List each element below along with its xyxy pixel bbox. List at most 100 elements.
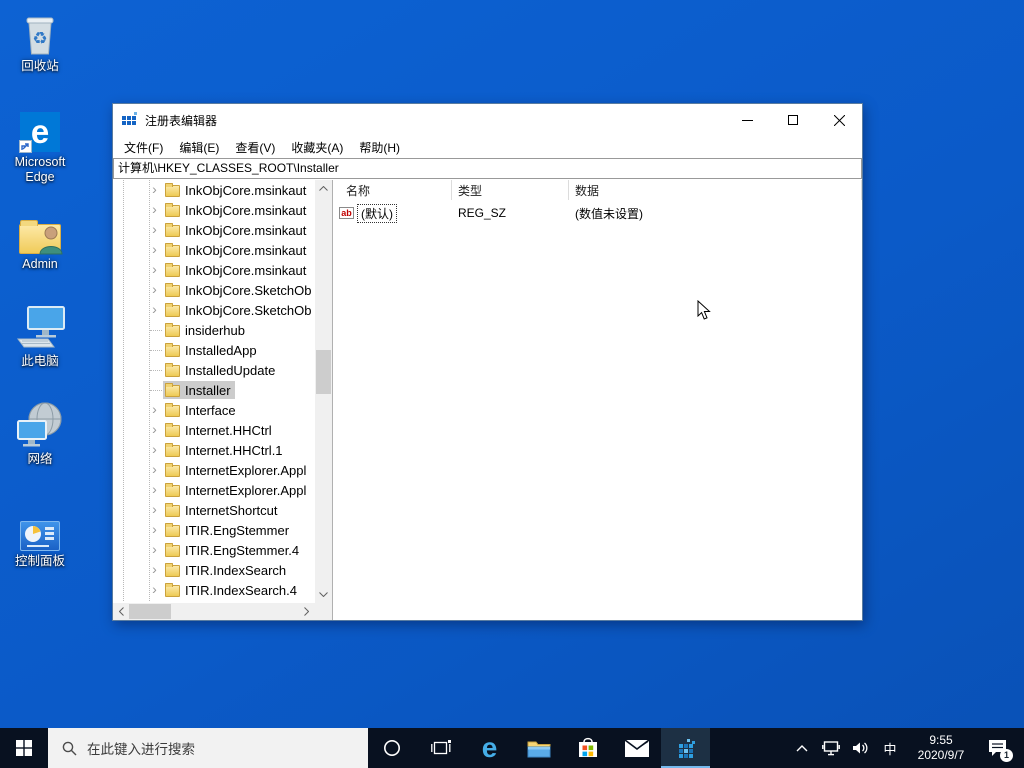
network-tray-icon[interactable] bbox=[820, 740, 842, 756]
chevron-right-icon[interactable]: › bbox=[148, 220, 161, 240]
chevron-right-icon[interactable]: › bbox=[148, 260, 161, 280]
file-explorer-taskbar-button[interactable] bbox=[514, 728, 563, 768]
desktop-icon-recycle-bin[interactable]: ♻ 回收站 bbox=[2, 10, 78, 74]
tray-chevron-up-icon[interactable] bbox=[791, 744, 813, 752]
tree-item-label: InstalledUpdate bbox=[185, 362, 276, 378]
close-button[interactable] bbox=[816, 104, 862, 136]
start-button[interactable] bbox=[0, 728, 48, 768]
scroll-right-icon[interactable] bbox=[298, 603, 315, 620]
tree-item[interactable]: › InkObjCore.SketchOb bbox=[113, 280, 315, 300]
desktop-icon-this-pc[interactable]: 此电脑 bbox=[2, 305, 78, 369]
taskbar-clock[interactable]: 9:55 2020/9/7 bbox=[909, 733, 973, 763]
registry-editor-taskbar-button[interactable] bbox=[661, 728, 710, 768]
chevron-right-icon[interactable]: › bbox=[148, 500, 161, 520]
menu-item[interactable]: 收藏夹(A) bbox=[283, 136, 351, 159]
scroll-left-icon[interactable] bbox=[113, 603, 130, 620]
registry-value-row[interactable]: ab (默认) REG_SZ (数值未设置) bbox=[334, 203, 862, 223]
chevron-right-icon[interactable]: › bbox=[148, 420, 161, 440]
tree-item[interactable]: › ITIR.EngStemmer bbox=[113, 520, 315, 540]
volume-tray-icon[interactable] bbox=[849, 741, 871, 755]
chevron-right-icon[interactable]: › bbox=[148, 540, 161, 560]
action-center-button[interactable]: 1 bbox=[980, 739, 1014, 762]
desktop-icon-label: 控制面板 bbox=[14, 554, 65, 568]
recycle-bin-icon: ♻ bbox=[2, 10, 78, 56]
edge-taskbar-button[interactable]: e bbox=[465, 728, 514, 768]
tree-vertical-scrollbar[interactable] bbox=[315, 180, 332, 603]
network-icon bbox=[2, 402, 78, 449]
column-header-name[interactable]: 名称 bbox=[334, 180, 452, 200]
user-folder-icon bbox=[2, 208, 78, 255]
maximize-button[interactable] bbox=[770, 104, 816, 136]
folder-icon bbox=[165, 562, 180, 577]
tree-item[interactable]: › Internet.HHCtrl.1 bbox=[113, 440, 315, 460]
chevron-right-icon[interactable]: › bbox=[148, 240, 161, 260]
scroll-down-icon[interactable] bbox=[315, 586, 332, 603]
mail-taskbar-button[interactable] bbox=[612, 728, 661, 768]
chevron-right-icon[interactable]: › bbox=[148, 180, 161, 200]
desktop-icon-control-panel[interactable]: 控制面板 bbox=[2, 505, 78, 569]
tree-item[interactable]: › ITIR.IndexSearch.4 bbox=[113, 580, 315, 600]
tree-item[interactable]: › InkObjCore.msinkaut bbox=[113, 240, 315, 260]
tree-item[interactable]: › ITIR.IndexSearch bbox=[113, 560, 315, 580]
menu-item[interactable]: 帮助(H) bbox=[351, 136, 408, 159]
tree-pane: › InkObjCore.msinkaut › InkObjCore.msink… bbox=[113, 180, 333, 620]
windows-logo-icon bbox=[16, 740, 32, 756]
titlebar[interactable]: 注册表编辑器 bbox=[113, 104, 862, 136]
taskbar-search[interactable]: 在此键入进行搜索 bbox=[48, 728, 368, 768]
tree-item-label: InternetExplorer.Appl bbox=[185, 462, 307, 478]
folder-icon bbox=[165, 502, 180, 517]
desktop-icon-admin[interactable]: Admin bbox=[2, 208, 78, 272]
scrollbar-thumb[interactable] bbox=[316, 350, 331, 394]
desktop-icon-edge[interactable]: e Microsoft Edge bbox=[2, 106, 78, 185]
notification-badge: 1 bbox=[1000, 749, 1013, 762]
tree-horizontal-scrollbar[interactable] bbox=[113, 603, 315, 620]
ime-indicator[interactable]: 中 bbox=[878, 739, 902, 758]
tree-item[interactable]: › InternetShortcut bbox=[113, 500, 315, 520]
chevron-right-icon[interactable]: › bbox=[148, 400, 161, 420]
tree-item[interactable]: › InternetExplorer.Appl bbox=[113, 460, 315, 480]
tree-item[interactable]: › InkObjCore.msinkaut bbox=[113, 200, 315, 220]
string-value-icon: ab bbox=[339, 207, 354, 219]
tree-item[interactable]: › InternetExplorer.Appl bbox=[113, 480, 315, 500]
chevron-right-icon[interactable]: › bbox=[148, 440, 161, 460]
chevron-right-icon[interactable]: › bbox=[148, 280, 161, 300]
addressbar-container: 计算机\HKEY_CLASSES_ROOT\Installer bbox=[113, 158, 862, 180]
tree-item[interactable]: InstalledApp bbox=[113, 340, 315, 360]
edge-icon: e bbox=[481, 732, 498, 763]
registry-editor-window: 注册表编辑器 文件(F) 编辑(E) 查看(V) 收藏夹(A) 帮助(H) 计算机\HK… bbox=[112, 103, 863, 621]
chevron-right-icon[interactable]: › bbox=[148, 300, 161, 320]
scroll-up-icon[interactable] bbox=[315, 180, 332, 197]
menu-item[interactable]: 查看(V) bbox=[227, 136, 283, 159]
tree-item[interactable]: › InkObjCore.msinkaut bbox=[113, 260, 315, 280]
minimize-button[interactable] bbox=[724, 104, 770, 136]
chevron-right-icon[interactable]: › bbox=[148, 520, 161, 540]
menu-item[interactable]: 文件(F) bbox=[116, 136, 171, 159]
column-header-type[interactable]: 类型 bbox=[452, 180, 569, 200]
tree-item[interactable]: › Interface bbox=[113, 400, 315, 420]
store-taskbar-button[interactable] bbox=[563, 728, 612, 768]
address-bar[interactable]: 计算机\HKEY_CLASSES_ROOT\Installer bbox=[113, 158, 862, 179]
shortcut-arrow-icon bbox=[19, 140, 32, 153]
chevron-right-icon[interactable]: › bbox=[148, 560, 161, 580]
tree-item[interactable]: › Internet.HHCtrl bbox=[113, 420, 315, 440]
tree-item-label: Internet.HHCtrl bbox=[185, 422, 272, 438]
registry-app-icon bbox=[122, 112, 137, 125]
task-view-button[interactable] bbox=[416, 728, 465, 768]
menu-item[interactable]: 编辑(E) bbox=[171, 136, 227, 159]
chevron-right-icon[interactable]: › bbox=[148, 200, 161, 220]
desktop-icon-network[interactable]: 网络 bbox=[2, 402, 78, 467]
tree-item[interactable]: › InkObjCore.SketchOb bbox=[113, 300, 315, 320]
tree-item[interactable]: InstalledUpdate bbox=[113, 360, 315, 380]
cortana-button[interactable] bbox=[368, 728, 416, 768]
folder-icon bbox=[165, 462, 180, 477]
chevron-right-icon[interactable]: › bbox=[148, 460, 161, 480]
tree-item[interactable]: › ITIR.EngStemmer.4 bbox=[113, 540, 315, 560]
chevron-right-icon[interactable]: › bbox=[148, 580, 161, 600]
tree-item[interactable]: insiderhub bbox=[113, 320, 315, 340]
tree-item[interactable]: › InkObjCore.msinkaut bbox=[113, 180, 315, 200]
chevron-right-icon[interactable]: › bbox=[148, 480, 161, 500]
tree-item[interactable]: › InkObjCore.msinkaut bbox=[113, 220, 315, 240]
scrollbar-thumb[interactable] bbox=[129, 604, 171, 619]
tree-item[interactable]: Installer bbox=[113, 380, 315, 400]
column-header-data[interactable]: 数据 bbox=[569, 180, 862, 200]
